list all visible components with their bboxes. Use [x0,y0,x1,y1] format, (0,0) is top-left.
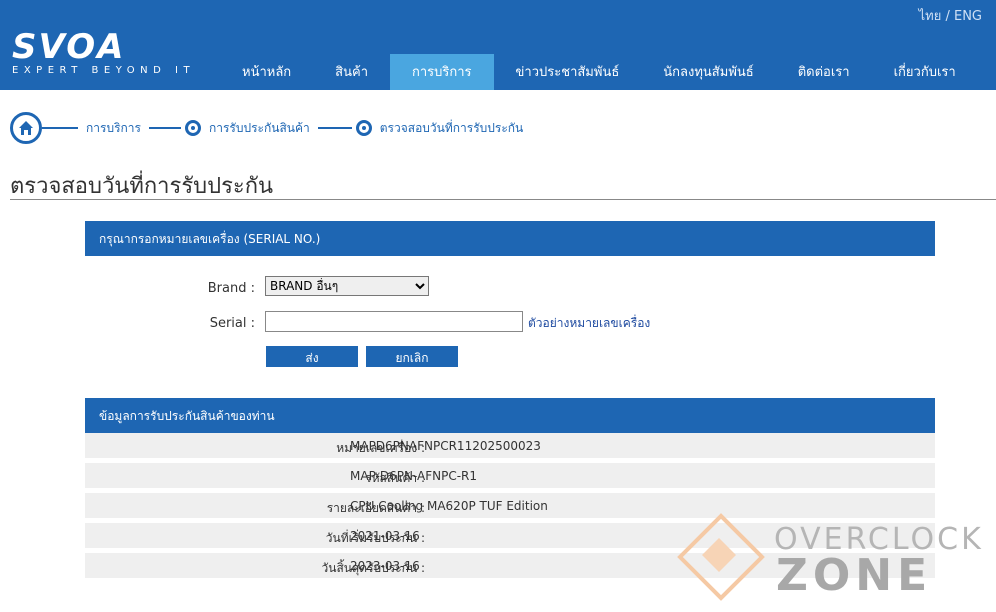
submit-button[interactable]: ส่ง [266,346,358,367]
watermark-text-bottom: ZONE [776,550,933,601]
serial-label: Serial : [209,316,255,331]
nav-item-products[interactable]: สินค้า [313,54,390,90]
watermark-logo: OVERCLOCK ZONE [677,513,981,610]
language-switch[interactable]: ไทย / ENG [919,5,982,26]
serial-form-header: กรุณากรอกหมายเลขเครื่อง (SERIAL NO.) [85,221,935,256]
info-row-product-code: รหัสสินค้า : MAP-D6PN-AFNPC-R1 [85,463,935,488]
nav-item-about[interactable]: เกี่ยวกับเรา [872,54,978,90]
logo-wordmark: SVOA [12,27,126,67]
breadcrumb-item-warranty[interactable]: การรับประกันสินค้า [201,119,318,138]
info-row-serial: หมายเลขเครื่อง : MAPD6PNAFNPCR1120250002… [85,433,935,458]
logo-tagline: EXPERT BEYOND IT [12,65,196,76]
info-value: 2023-03-16 [350,559,420,573]
serial-example-link[interactable]: ตัวอย่างหมายเลขเครื่อง [528,314,650,333]
site-header: ไทย / ENG SVOA EXPERT BEYOND IT หน้าหลัก… [0,0,996,90]
breadcrumb-connector [317,127,352,129]
page-title: ตรวจสอบวันที่การรับประกัน [10,174,274,199]
home-icon[interactable] [10,112,42,144]
info-value: MAPD6PNAFNPCR11202500023 [350,439,541,453]
brand-label: Brand : [207,281,255,296]
title-divider [10,199,996,200]
cancel-button[interactable]: ยกเลิก [366,346,458,367]
breadcrumb-connector [148,127,181,129]
breadcrumb-dot-icon [355,120,372,136]
site-logo[interactable]: SVOA EXPERT BEYOND IT [12,27,196,76]
breadcrumb-connector [42,127,78,129]
nav-item-contact[interactable]: ติดต่อเรา [776,54,872,90]
serial-input[interactable] [265,311,523,332]
main-nav: หน้าหลัก สินค้า การบริการ ข่าวประชาสัมพั… [220,54,978,90]
breadcrumb-item-check-warranty: ตรวจสอบวันที่การรับประกัน [379,120,524,135]
info-value: 2021-03-16 [350,529,420,543]
info-value: MAP-D6PN-AFNPC-R1 [350,469,478,483]
breadcrumb-item-services[interactable]: การบริการ [78,119,149,138]
nav-item-services[interactable]: การบริการ [390,54,494,90]
warranty-info-header: ข้อมูลการรับประกันสินค้าของท่าน [85,398,935,433]
brand-select[interactable]: BRAND อื่นๆ [265,276,429,296]
nav-item-home[interactable]: หน้าหลัก [220,54,313,90]
info-row-product-description: รายละเอียดสินค้า : CPU Cooling MA620P TU… [85,493,935,518]
nav-item-news[interactable]: ข่าวประชาสัมพันธ์ [494,54,642,90]
info-value: CPU Cooling MA620P TUF Edition [350,499,548,513]
breadcrumb-dot-icon [184,120,201,136]
nav-item-investor-relations[interactable]: นักลงทุนสัมพันธ์ [641,54,775,90]
breadcrumb: การบริการ การรับประกันสินค้า ตรวจสอบวันท… [10,112,531,144]
